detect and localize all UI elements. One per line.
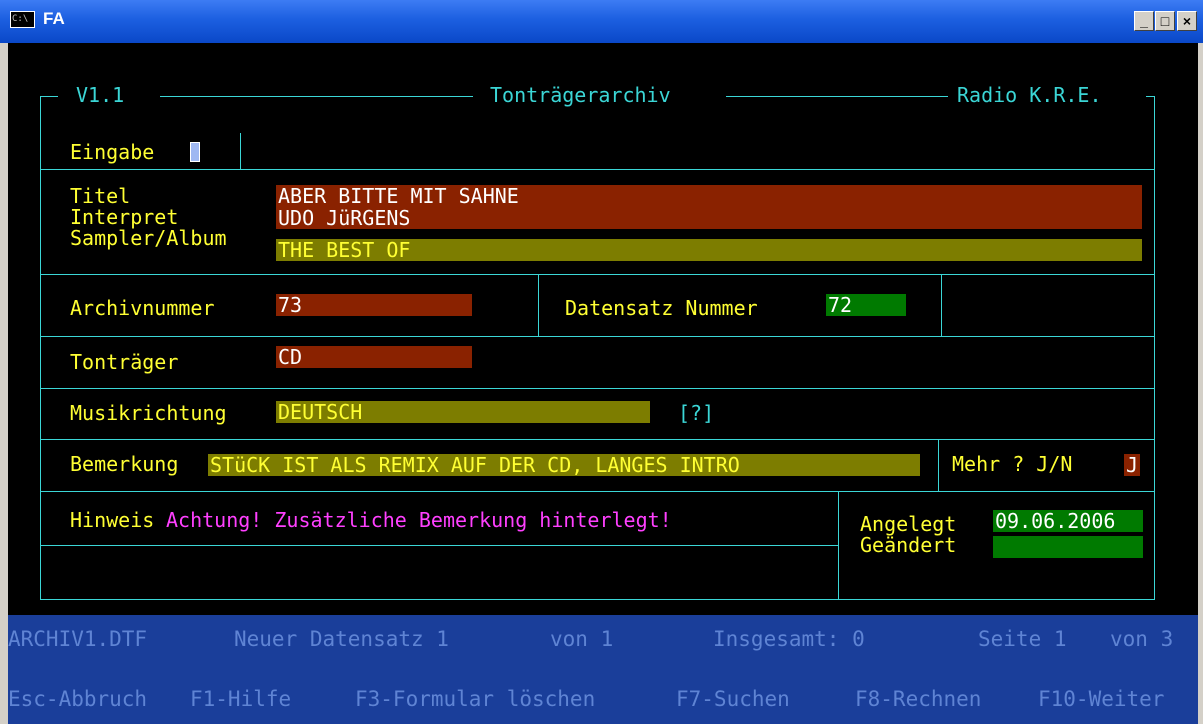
- divider-vertical: [538, 274, 539, 337]
- album-label: Sampler/Album: [70, 226, 227, 250]
- divider-vertical: [838, 491, 839, 600]
- frame-right: [1154, 96, 1155, 600]
- console-screen: V1.1 Tonträgerarchiv Radio K.R.E. Eingab…: [8, 43, 1198, 615]
- divider: [40, 439, 1155, 440]
- title-label: Titel: [70, 184, 131, 208]
- app-title: Tonträgerarchiv: [486, 84, 675, 106]
- frame-top-segment: [160, 96, 473, 97]
- fkey-f8[interactable]: F8-Rechnen: [855, 687, 981, 711]
- input-label: Eingabe: [70, 140, 155, 164]
- title-field[interactable]: ABER BITTE MIT SAHNE: [276, 185, 1142, 207]
- frame-left: [40, 96, 41, 600]
- divider: [40, 169, 1155, 170]
- created-date: 09.06.2006: [993, 510, 1143, 532]
- artist-label: Interpret: [70, 205, 179, 229]
- divider: [40, 336, 1155, 337]
- hint-label: Hinweis: [70, 508, 155, 532]
- archive-field[interactable]: 73: [276, 294, 472, 316]
- divider-vertical: [240, 133, 241, 170]
- carrier-field[interactable]: CD: [276, 346, 472, 368]
- artist-field[interactable]: UDO JüRGENS: [276, 207, 1142, 229]
- changed-date: [993, 536, 1143, 558]
- input-cursor[interactable]: [190, 142, 200, 162]
- divider: [40, 491, 1155, 492]
- divider: [40, 388, 1155, 389]
- remark-label: Bemerkung: [70, 452, 179, 476]
- remark-field[interactable]: STüCK IST ALS REMIX AUF DER CD, LANGES I…: [208, 454, 920, 476]
- version-label: V1.1: [72, 84, 129, 106]
- frame-top-segment: [40, 96, 58, 97]
- fkey-f1[interactable]: F1-Hilfe: [190, 687, 291, 711]
- fkey-esc[interactable]: Esc-Abbruch: [8, 687, 147, 711]
- dataset-label: Datensatz Nummer: [565, 296, 758, 320]
- genre-label: Musikrichtung: [70, 401, 227, 425]
- carrier-label: Tonträger: [70, 350, 179, 374]
- album-field[interactable]: THE BEST OF: [276, 239, 1142, 261]
- archive-label: Archivnummer: [70, 296, 215, 320]
- fkey-f10[interactable]: F10-Weiter: [1038, 687, 1164, 711]
- status-page: Seite 1: [978, 627, 1067, 651]
- hint-message: Achtung! Zusätzliche Bemerkung hinterleg…: [166, 508, 672, 532]
- changed-label: Geändert: [860, 533, 957, 557]
- dataset-field: 72: [826, 294, 906, 316]
- divider: [40, 274, 1155, 275]
- status-of-records: von 1: [550, 627, 614, 651]
- status-of-pages: von 3: [1110, 627, 1174, 651]
- genre-help-button[interactable]: [?]: [678, 402, 714, 424]
- frame-top-segment: [726, 96, 948, 97]
- frame-top-segment: [1146, 96, 1154, 97]
- fkey-f3[interactable]: F3-Formular löschen: [355, 687, 595, 711]
- console-icon: C:\: [10, 11, 35, 28]
- more-label: Mehr ? J/N: [952, 452, 1073, 476]
- fkey-f7[interactable]: F7-Suchen: [676, 687, 790, 711]
- station-label: Radio K.R.E.: [953, 84, 1106, 106]
- status-filename: ARCHIV1.DTF: [8, 627, 148, 651]
- close-button[interactable]: ×: [1177, 11, 1197, 31]
- divider-vertical: [938, 439, 939, 492]
- genre-field[interactable]: DEUTSCH: [276, 401, 650, 423]
- window-title: FA: [43, 9, 65, 28]
- minimize-button[interactable]: _: [1134, 11, 1154, 31]
- status-area: ARCHIV1.DTF Neuer Datensatz 1 von 1 Insg…: [8, 615, 1198, 724]
- status-total: Insgesamt: 0: [713, 627, 865, 651]
- window-titlebar[interactable]: C:\ FA _ □ ×: [0, 0, 1203, 43]
- divider-vertical: [941, 274, 942, 337]
- divider: [40, 545, 838, 546]
- created-label: Angelegt: [860, 512, 957, 536]
- frame-bottom: [40, 599, 1155, 600]
- status-new-record: Neuer Datensatz 1: [234, 627, 449, 651]
- maximize-button[interactable]: □: [1155, 11, 1175, 31]
- more-field[interactable]: J: [1124, 454, 1140, 476]
